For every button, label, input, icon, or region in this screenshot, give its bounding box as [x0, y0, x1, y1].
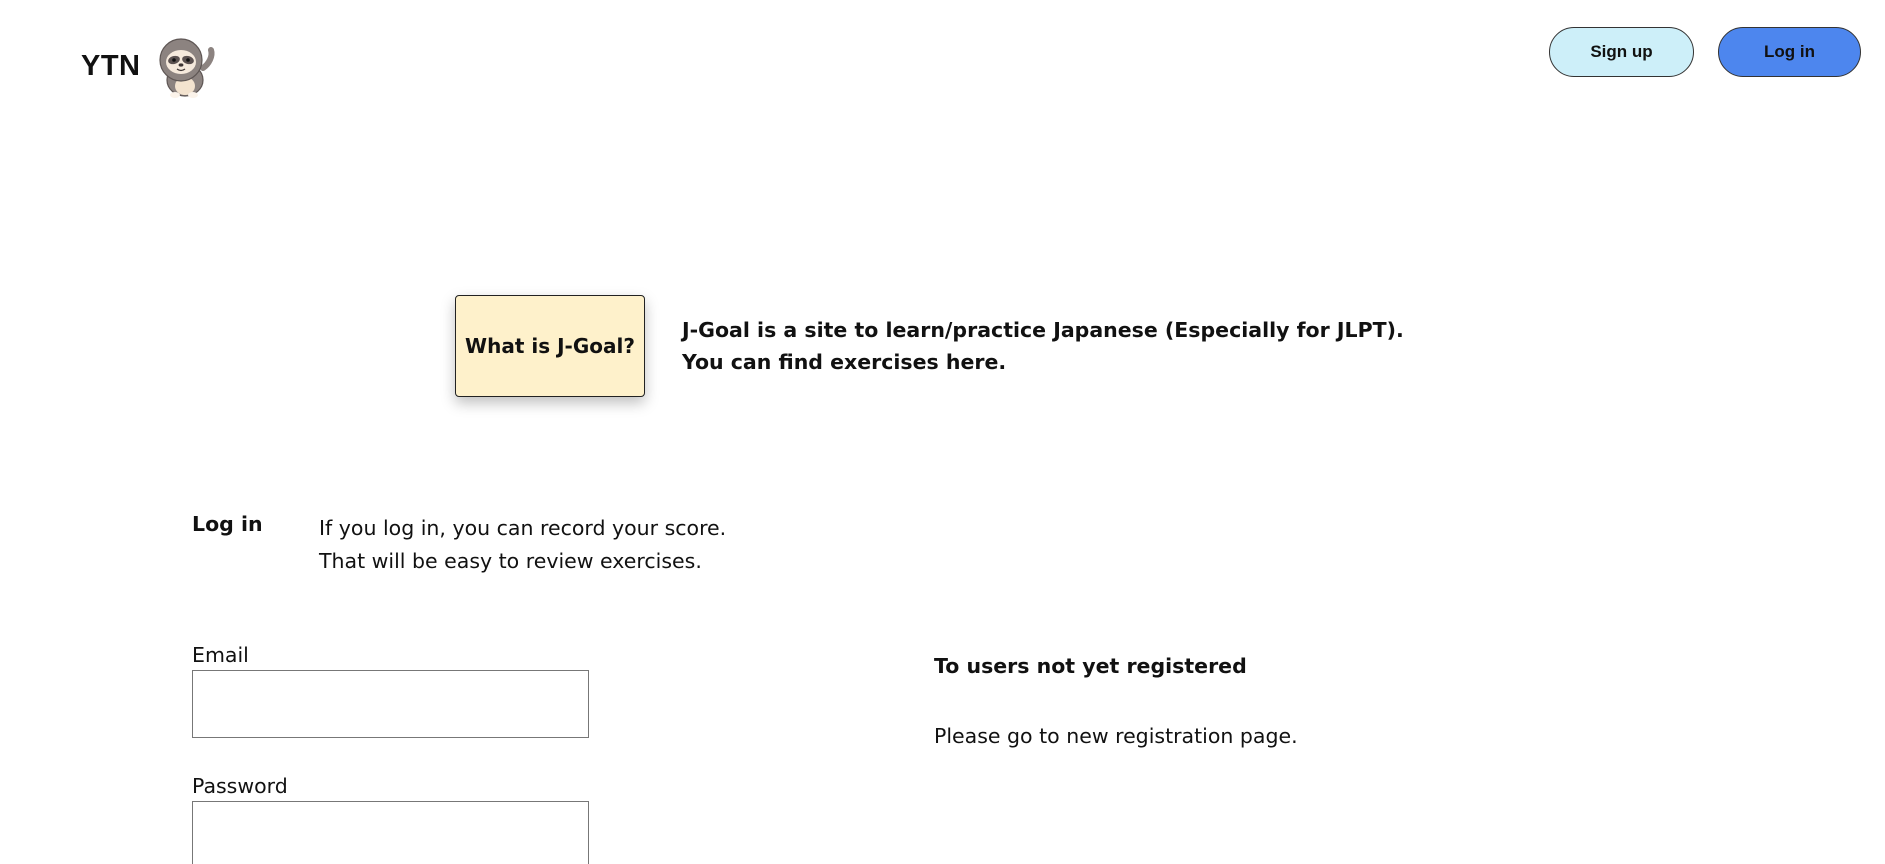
- site-logo[interactable]: YTN: [81, 36, 223, 98]
- email-field[interactable]: [192, 670, 589, 738]
- login-button[interactable]: Log in: [1718, 27, 1861, 77]
- login-description-line: If you log in, you can record your score…: [319, 516, 727, 540]
- password-label: Password: [192, 774, 288, 798]
- registration-heading: To users not yet registered: [934, 654, 1247, 678]
- what-is-jgoal-button[interactable]: What is J-Goal?: [455, 295, 645, 397]
- registration-text: Please go to new registration page.: [934, 724, 1298, 748]
- sloth-mascot-icon: [158, 38, 214, 98]
- site-description-line: You can find exercises here.: [682, 350, 1007, 374]
- login-description: If you log in, you can record your score…: [319, 512, 726, 578]
- password-field[interactable]: [192, 801, 589, 864]
- logo-text: YTN: [81, 49, 141, 82]
- site-description-line: J-Goal is a site to learn/practice Japan…: [682, 318, 1404, 342]
- login-heading: Log in: [192, 512, 263, 536]
- signup-button[interactable]: Sign up: [1549, 27, 1694, 77]
- site-description: J-Goal is a site to learn/practice Japan…: [682, 314, 1404, 378]
- login-description-line: That will be easy to review exercises.: [319, 549, 702, 573]
- email-label: Email: [192, 643, 249, 667]
